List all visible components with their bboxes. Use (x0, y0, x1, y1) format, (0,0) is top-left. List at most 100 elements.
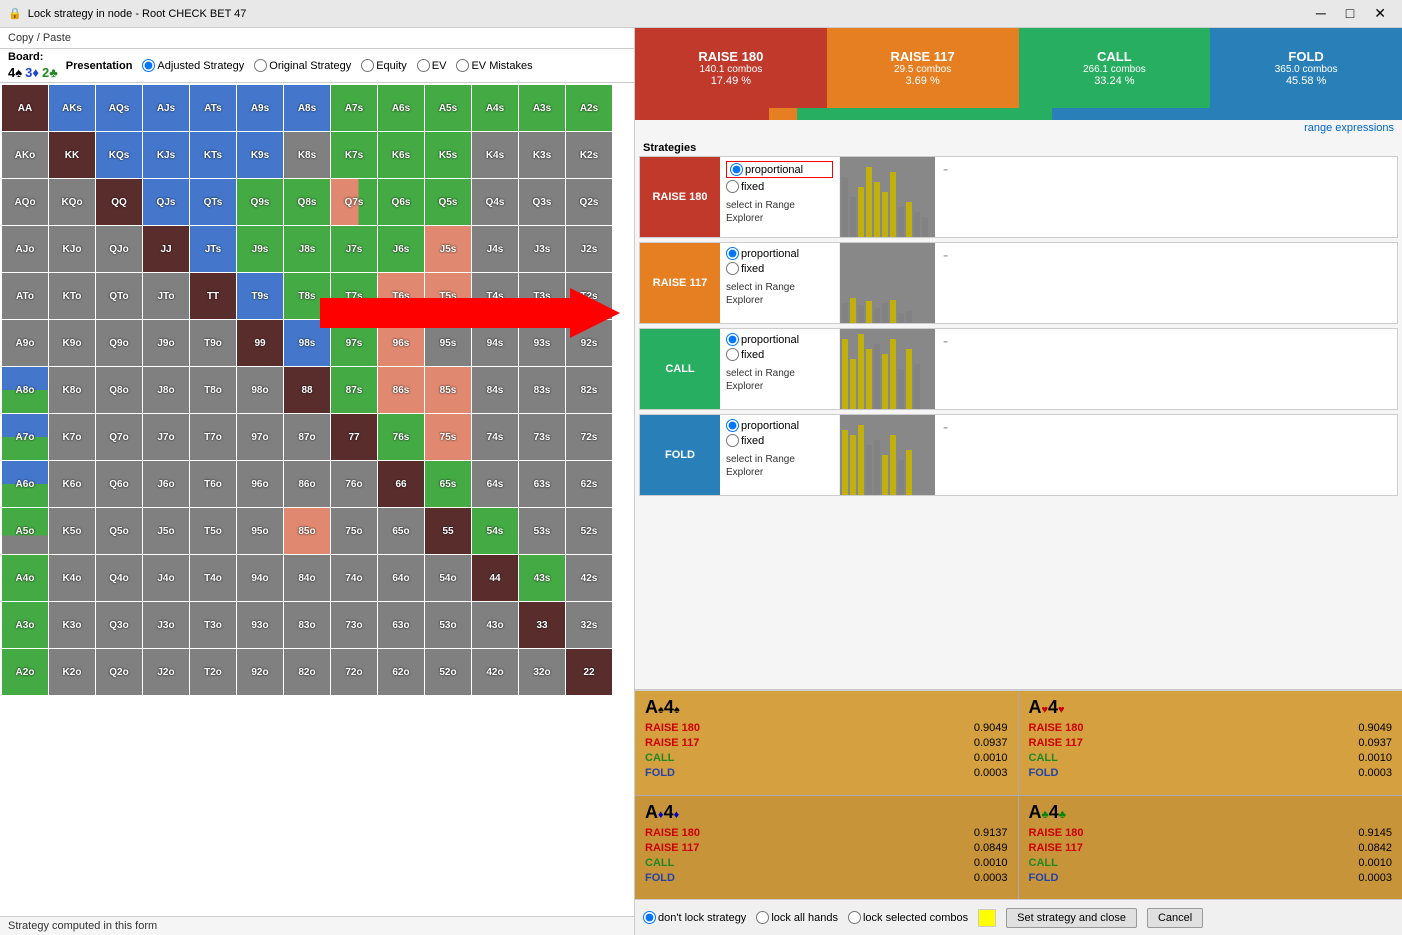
grid-cell-a6s[interactable]: A6s (378, 85, 424, 131)
radio-proportional-fold[interactable]: proportional (726, 419, 833, 432)
grid-cell-75s[interactable]: 75s (425, 414, 471, 460)
range-expressions-link[interactable]: range expressions (635, 120, 1402, 136)
cancel-button[interactable]: Cancel (1147, 908, 1203, 928)
grid-cell-k7o[interactable]: K7o (49, 414, 95, 460)
grid-cell-55[interactable]: 55 (425, 508, 471, 554)
grid-cell-k4s[interactable]: K4s (472, 132, 518, 178)
grid-cell-k3s[interactable]: K3s (519, 132, 565, 178)
grid-cell-q3o[interactable]: Q3o (96, 602, 142, 648)
grid-cell-j4o[interactable]: J4o (143, 555, 189, 601)
grid-cell-k2s[interactable]: K2s (566, 132, 612, 178)
grid-cell-98o[interactable]: 98o (237, 367, 283, 413)
radio-original[interactable]: Original Strategy (254, 59, 351, 72)
radio-fixed-fold[interactable]: fixed (726, 434, 833, 447)
grid-cell-q7o[interactable]: Q7o (96, 414, 142, 460)
grid-cell-64o[interactable]: 64o (378, 555, 424, 601)
grid-cell-q6o[interactable]: Q6o (96, 461, 142, 507)
grid-cell-ajs[interactable]: AJs (143, 85, 189, 131)
grid-cell-t7o[interactable]: T7o (190, 414, 236, 460)
grid-cell-k6s[interactable]: K6s (378, 132, 424, 178)
grid-cell-jts[interactable]: JTs (190, 226, 236, 272)
grid-cell-q8s[interactable]: Q8s (284, 179, 330, 225)
grid-cell-52o[interactable]: 52o (425, 649, 471, 695)
select-range-raise180[interactable]: select in Range Explorer (726, 199, 833, 225)
grid-cell-a4o[interactable]: A4o (2, 555, 48, 601)
grid-cell-83o[interactable]: 83o (284, 602, 330, 648)
grid-cell-ato[interactable]: ATo (2, 273, 48, 319)
grid-cell-t9s[interactable]: T9s (237, 273, 283, 319)
close-button[interactable]: ✕ (1366, 3, 1394, 24)
radio-equity[interactable]: Equity (361, 59, 407, 72)
grid-cell-k5o[interactable]: K5o (49, 508, 95, 554)
grid-cell-t5s[interactable]: T5s (425, 273, 471, 319)
grid-cell-qjo[interactable]: QJo (96, 226, 142, 272)
grid-cell-q4o[interactable]: Q4o (96, 555, 142, 601)
grid-cell-jj[interactable]: JJ (143, 226, 189, 272)
grid-cell-a5o[interactable]: A5o (2, 508, 48, 554)
grid-cell-aqs[interactable]: AQs (96, 85, 142, 131)
grid-cell-88[interactable]: 88 (284, 367, 330, 413)
grid-cell-76o[interactable]: 76o (331, 461, 377, 507)
grid-cell-ako[interactable]: AKo (2, 132, 48, 178)
grid-cell-84o[interactable]: 84o (284, 555, 330, 601)
grid-cell-75o[interactable]: 75o (331, 508, 377, 554)
radio-proportional-raise117[interactable]: proportional (726, 247, 833, 260)
grid-cell-82s[interactable]: 82s (566, 367, 612, 413)
grid-cell-92s[interactable]: 92s (566, 320, 612, 366)
radio-adjusted[interactable]: Adjusted Strategy (142, 59, 244, 72)
grid-cell-76s[interactable]: 76s (378, 414, 424, 460)
maximize-button[interactable]: □ (1338, 3, 1362, 24)
grid-cell-86s[interactable]: 86s (378, 367, 424, 413)
grid-cell-95s[interactable]: 95s (425, 320, 471, 366)
radio-lock-all[interactable]: lock all hands (756, 911, 838, 924)
grid-cell-j4s[interactable]: J4s (472, 226, 518, 272)
grid-cell-qts[interactable]: QTs (190, 179, 236, 225)
grid-cell-94s[interactable]: 94s (472, 320, 518, 366)
grid-cell-q2s[interactable]: Q2s (566, 179, 612, 225)
strategy-call-controls[interactable]: proportional fixed select in Range Explo… (720, 329, 840, 409)
grid-cell-85s[interactable]: 85s (425, 367, 471, 413)
grid-cell-94o[interactable]: 94o (237, 555, 283, 601)
grid-cell-65o[interactable]: 65o (378, 508, 424, 554)
grid-cell-q9s[interactable]: Q9s (237, 179, 283, 225)
grid-cell-a9s[interactable]: A9s (237, 85, 283, 131)
grid-cell-qq[interactable]: QQ (96, 179, 142, 225)
grid-cell-87s[interactable]: 87s (331, 367, 377, 413)
grid-cell-t6o[interactable]: T6o (190, 461, 236, 507)
grid-cell-a3s[interactable]: A3s (519, 85, 565, 131)
grid-cell-k9s[interactable]: K9s (237, 132, 283, 178)
grid-cell-q5o[interactable]: Q5o (96, 508, 142, 554)
minimize-button[interactable]: ─ (1308, 3, 1334, 24)
grid-cell-72o[interactable]: 72o (331, 649, 377, 695)
grid-cell-73s[interactable]: 73s (519, 414, 565, 460)
grid-cell-aqo[interactable]: AQo (2, 179, 48, 225)
grid-cell-t2s[interactable]: T2s (566, 273, 612, 319)
grid-cell-t7s[interactable]: T7s (331, 273, 377, 319)
radio-fixed-call[interactable]: fixed (726, 348, 833, 361)
grid-cell-j9o[interactable]: J9o (143, 320, 189, 366)
grid-cell-j6o[interactable]: J6o (143, 461, 189, 507)
grid-cell-j3o[interactable]: J3o (143, 602, 189, 648)
grid-cell-42s[interactable]: 42s (566, 555, 612, 601)
grid-cell-a5s[interactable]: A5s (425, 85, 471, 131)
set-strategy-button[interactable]: Set strategy and close (1006, 908, 1137, 928)
grid-cell-kqs[interactable]: KQs (96, 132, 142, 178)
grid-cell-97s[interactable]: 97s (331, 320, 377, 366)
grid-cell-j2o[interactable]: J2o (143, 649, 189, 695)
grid-cell-j7s[interactable]: J7s (331, 226, 377, 272)
grid-cell-kk[interactable]: KK (49, 132, 95, 178)
grid-cell-77[interactable]: 77 (331, 414, 377, 460)
grid-cell-a6o[interactable]: A6o (2, 461, 48, 507)
grid-cell-t9o[interactable]: T9o (190, 320, 236, 366)
grid-cell-ats[interactable]: ATs (190, 85, 236, 131)
grid-cell-k3o[interactable]: K3o (49, 602, 95, 648)
grid-cell-62s[interactable]: 62s (566, 461, 612, 507)
grid-cell-33[interactable]: 33 (519, 602, 565, 648)
copy-paste-label[interactable]: Copy / Paste (8, 32, 71, 44)
grid-cell-k5s[interactable]: K5s (425, 132, 471, 178)
grid-cell-j9s[interactable]: J9s (237, 226, 283, 272)
grid-cell-a3o[interactable]: A3o (2, 602, 48, 648)
grid-cell-95o[interactable]: 95o (237, 508, 283, 554)
grid-cell-qjs[interactable]: QJs (143, 179, 189, 225)
grid-cell-a2s[interactable]: A2s (566, 85, 612, 131)
